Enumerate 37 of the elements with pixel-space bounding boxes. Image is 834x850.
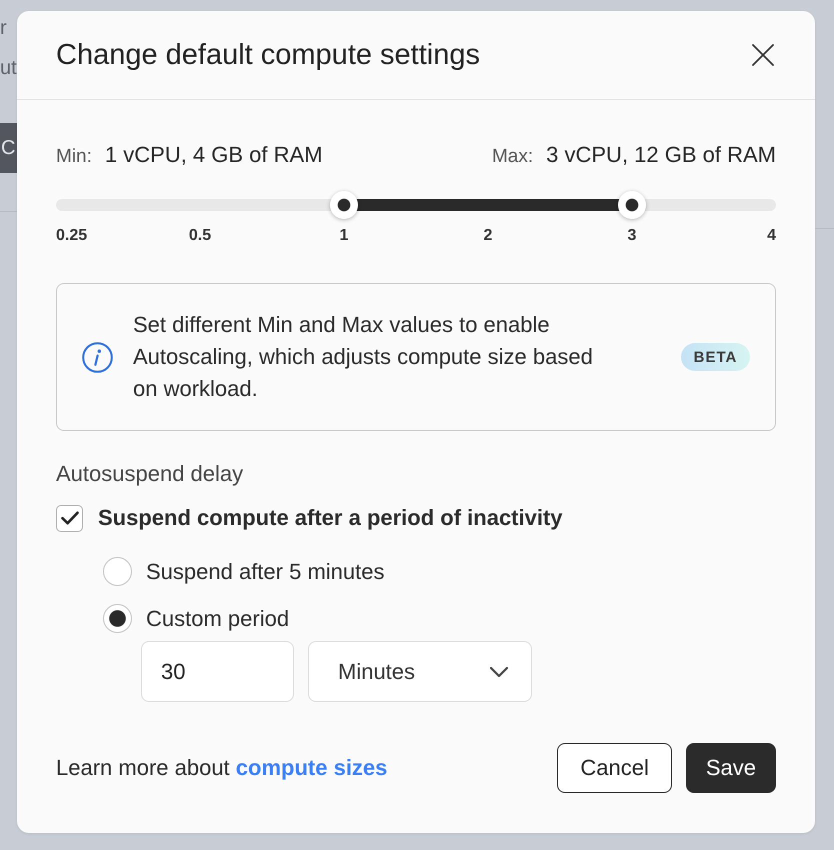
info-icon	[82, 342, 113, 372]
save-button[interactable]: Save	[686, 743, 776, 793]
checkbox-label[interactable]: Suspend compute after a period of inactivity	[98, 505, 563, 531]
tick-label: 3	[628, 226, 636, 246]
radio-button[interactable]	[103, 557, 132, 586]
checkbox[interactable]	[56, 504, 83, 532]
background-text: ut	[0, 56, 17, 80]
compute-sizes-link[interactable]: compute sizes	[236, 755, 388, 780]
period-input[interactable]: 30	[141, 641, 294, 702]
max-value: 3 vCPU, 12 GB of RAM	[546, 142, 776, 168]
slider-thumb[interactable]	[330, 191, 358, 219]
tick-label: 2	[484, 226, 492, 246]
radio-label[interactable]: Custom period	[146, 606, 290, 632]
tick-label: 0.25	[56, 226, 88, 246]
chevron-down-icon	[489, 666, 509, 678]
max-label: Max:	[492, 145, 534, 169]
background-button[interactable]: C	[0, 123, 17, 173]
cancel-button[interactable]: Cancel	[557, 743, 672, 793]
min-label: Min:	[56, 145, 92, 169]
info-text: Set different Min and Max values to enable Autoscaling, which adjusts compute size based on workload.	[133, 311, 594, 403]
slider-thumb[interactable]	[618, 191, 646, 219]
close-button[interactable]	[751, 43, 775, 67]
radio-button[interactable]	[103, 604, 132, 633]
dialog-title: Change default compute settings	[56, 38, 480, 72]
tick-label: 4	[767, 226, 776, 246]
background-text: r	[0, 16, 7, 40]
close-icon	[751, 43, 775, 67]
unit-select[interactable]: Minutes	[308, 641, 532, 702]
section-heading: Autosuspend delay	[56, 461, 244, 487]
tick-label: 0.5	[188, 226, 212, 246]
min-value: 1 vCPU, 4 GB of RAM	[104, 142, 323, 168]
status-badge: BETA	[681, 343, 750, 371]
radio-label[interactable]: Suspend after 5 minutes	[146, 558, 384, 584]
slider-track[interactable]	[56, 191, 776, 219]
tick-label: 1	[340, 226, 348, 246]
learn-more-text: Learn more about compute sizes	[56, 755, 388, 781]
checkmark-icon	[60, 511, 78, 525]
